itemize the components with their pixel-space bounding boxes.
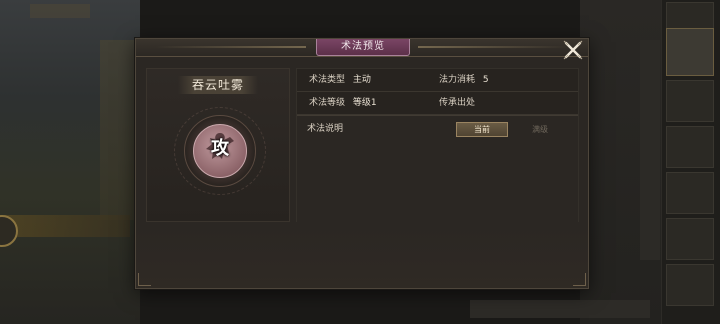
mana-cost-label: 法力消耗 [439, 75, 476, 85]
dialog-header: 术法预览 [136, 39, 588, 57]
background-menu-tile [666, 218, 714, 260]
tab-current-level[interactable]: 当前 [456, 122, 508, 137]
info-row: 术法等级 等级1 传承出处 [297, 92, 578, 115]
skill-preview-dialog: 术法预览 吞云吐雾 攻 术法类型 主动 法力消耗 5 术法等级 等级1 传承出处… [135, 38, 589, 289]
background-banner [30, 4, 90, 18]
info-row: 术法类型 主动 法力消耗 5 [297, 69, 578, 92]
background-side-panel [100, 40, 135, 220]
background-menu-tile [666, 126, 714, 168]
skill-info-panel: 术法类型 主动 法力消耗 5 术法等级 等级1 传承出处 术法说明 当前 满级 [296, 68, 579, 222]
skill-source: 传承出处 [439, 92, 480, 114]
background-menu-tile [666, 172, 714, 214]
skill-type: 术法类型 主动 [309, 69, 371, 91]
skill-level: 术法等级 等级1 [309, 92, 377, 114]
background-menu-column [661, 0, 720, 324]
skill-source-label: 传承出处 [439, 98, 476, 108]
header-ornament-right [418, 46, 568, 48]
skill-description-panel: 术法说明 当前 满级 [297, 115, 578, 222]
background-menu-tile [666, 264, 714, 306]
background-strip [640, 40, 660, 260]
skill-level-value: 等级1 [352, 98, 377, 108]
emblem-label: 攻 [211, 138, 229, 159]
corner-ornament [573, 273, 586, 286]
skill-card: 吞云吐雾 攻 [146, 68, 290, 222]
background-menu-tile [666, 28, 714, 76]
dialog-title: 术法预览 [316, 39, 410, 56]
background-menu-tile [666, 80, 714, 122]
background-bottom-buttons [470, 300, 650, 318]
dialog-footer [136, 228, 588, 288]
skill-type-value: 主动 [352, 75, 371, 85]
skill-type-label: 术法类型 [309, 75, 346, 85]
mana-cost: 法力消耗 5 [439, 69, 489, 91]
background-bar [0, 215, 130, 237]
mana-cost-value: 5 [482, 75, 489, 85]
corner-ornament [138, 273, 151, 286]
tab-max-level[interactable]: 满级 [514, 122, 566, 137]
skill-name: 吞云吐雾 [178, 76, 258, 94]
close-icon[interactable] [562, 40, 584, 60]
skill-level-label: 术法等级 [309, 98, 346, 108]
attack-emblem-icon: 攻 [193, 124, 247, 178]
description-label: 术法说明 [307, 124, 344, 134]
header-ornament-left [156, 46, 306, 48]
